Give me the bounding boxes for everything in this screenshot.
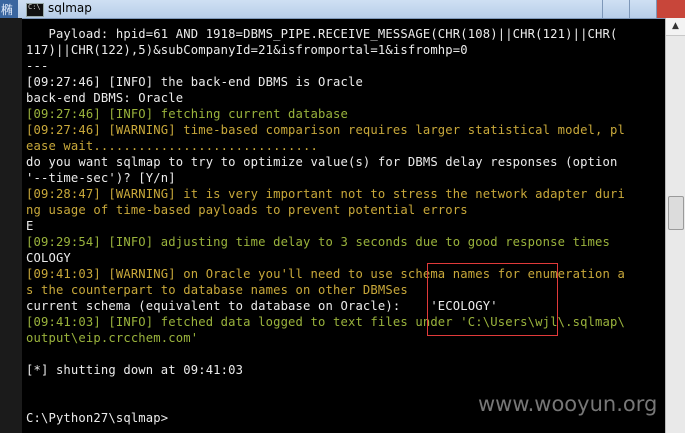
console-line: do you want sqlmap to try to optimize va…: [26, 155, 618, 169]
console-line: [*] shutting down at 09:41:03: [26, 363, 244, 377]
console-line: [09:27:46] [INFO] fetching current datab…: [26, 107, 348, 121]
watermark: www.wooyun.org: [478, 392, 658, 416]
vertical-scrollbar[interactable]: ▲: [665, 18, 685, 433]
console-line: COLOGY: [26, 251, 71, 265]
console-line: [09:27:46] [INFO] the back-end DBMS is O…: [26, 75, 363, 89]
console-line: C:\Python27\sqlmap>: [26, 411, 169, 425]
console-line: back-end DBMS: Oracle: [26, 91, 184, 105]
console-icon[interactable]: [26, 3, 44, 17]
highlight-box: [427, 263, 558, 336]
console-line: ---: [26, 59, 49, 73]
close-button[interactable]: [656, 0, 685, 18]
window-title: sqlmap: [48, 1, 92, 15]
window-controls: [602, 0, 685, 18]
window-titlebar: 椭 sqlmap: [0, 0, 685, 19]
scroll-up-arrow-icon[interactable]: ▲: [666, 18, 685, 36]
scrollbar-thumb[interactable]: [668, 196, 684, 230]
console-line: 117)||CHR(122),5)&subCompanyId=21&isfrom…: [26, 43, 468, 57]
background-window-glyph: 椭: [1, 3, 14, 17]
background-window-edge: 椭: [0, 0, 18, 18]
console-line: ease wait..............................: [26, 139, 319, 153]
console-line: [09:29:54] [INFO] adjusting time delay t…: [26, 235, 611, 249]
console-line: '--time-sec')? [Y/n]: [26, 171, 176, 185]
console-line: [09:28:47] [WARNING] it is very importan…: [26, 187, 625, 201]
console-line: ng usage of time-based payloads to preve…: [26, 203, 468, 217]
console-line: s the counterpart to database names on o…: [26, 283, 408, 297]
console-line: [09:27:46] [WARNING] time-based comparis…: [26, 123, 625, 137]
console-output[interactable]: Payload: hpid=61 AND 1918=DBMS_PIPE.RECE…: [22, 18, 666, 433]
left-edge-strip: [0, 18, 22, 433]
maximize-button[interactable]: [629, 0, 656, 18]
console-line: Payload: hpid=61 AND 1918=DBMS_PIPE.RECE…: [26, 27, 618, 41]
console-line: output\eip.crcchem.com': [26, 331, 199, 345]
console-line: E: [26, 219, 34, 233]
minimize-button[interactable]: [602, 0, 629, 18]
